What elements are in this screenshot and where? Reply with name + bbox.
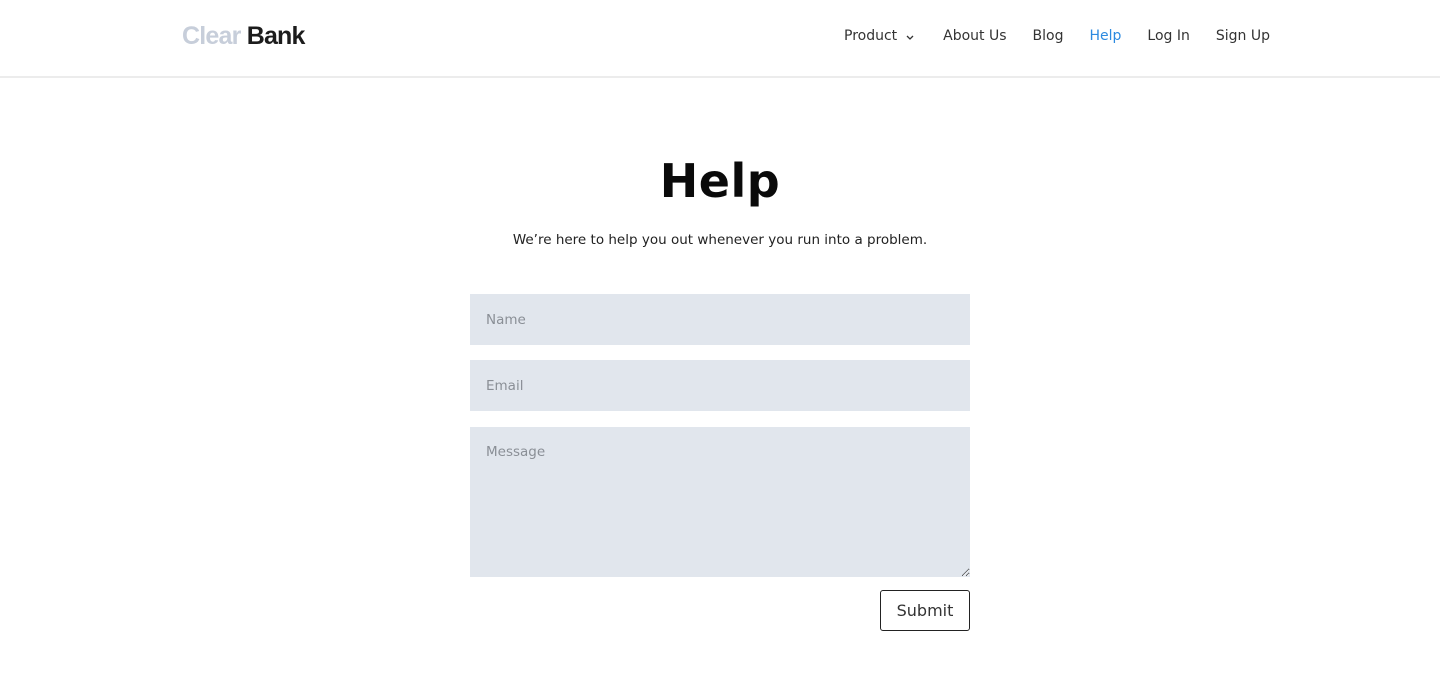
nav-sign-up[interactable]: Sign Up bbox=[1216, 28, 1270, 44]
page-subtitle: We’re here to help you out whenever you … bbox=[512, 232, 928, 248]
name-input[interactable] bbox=[470, 294, 970, 345]
logo-clear: Clear bbox=[182, 22, 241, 50]
main-nav: Product About Us Blog Help Log In Sign U… bbox=[844, 28, 1270, 44]
email-input[interactable] bbox=[470, 360, 970, 411]
site-header: Clear Bank Product About Us Blog Help Lo… bbox=[0, 0, 1440, 78]
nav-about-us[interactable]: About Us bbox=[943, 28, 1006, 44]
nav-help[interactable]: Help bbox=[1090, 28, 1122, 44]
chevron-down-icon bbox=[905, 30, 915, 40]
nav-product[interactable]: Product bbox=[844, 28, 915, 44]
nav-product-label: Product bbox=[844, 28, 898, 44]
nav-blog[interactable]: Blog bbox=[1033, 28, 1064, 44]
logo[interactable]: Clear Bank bbox=[182, 22, 305, 51]
logo-bank: Bank bbox=[246, 22, 306, 50]
submit-button[interactable]: Submit bbox=[880, 590, 970, 631]
nav-log-in[interactable]: Log In bbox=[1147, 28, 1189, 44]
page-title: Help bbox=[659, 154, 781, 208]
message-textarea[interactable] bbox=[470, 427, 970, 577]
